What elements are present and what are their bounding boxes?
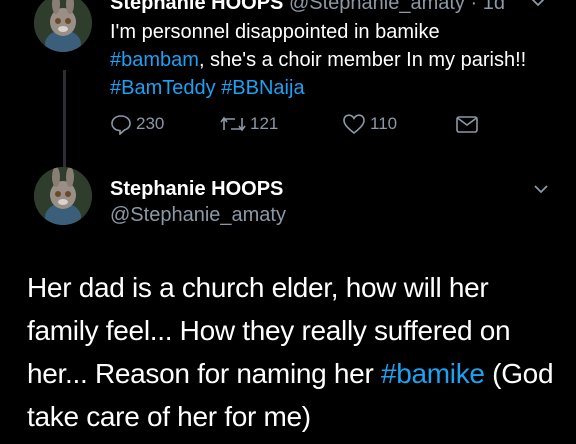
avatar-image — [34, 167, 92, 225]
like-count: 110 — [370, 114, 398, 133]
tweet-text-part: I'm personnel disappointed in bamike — [110, 21, 440, 43]
tweet-text-part: , she's a choir member In my parish!! — [198, 49, 527, 71]
like-button[interactable]: 110 — [342, 111, 397, 137]
tweet-text: I'm personnel disappointed in bamike #ba… — [110, 18, 530, 102]
user-handle[interactable]: @Stephanie_amaty — [110, 202, 286, 228]
reply-button[interactable]: 230 — [110, 111, 164, 137]
like-icon — [343, 114, 365, 135]
tweet-actions: 230 121 110 — [110, 111, 490, 137]
hashtag-bamteddy[interactable]: #BamTeddy — [110, 77, 216, 99]
reply-icon — [111, 115, 131, 135]
separator: · — [470, 0, 478, 14]
hashtag-bamike[interactable]: #bamike — [381, 358, 485, 389]
avatar[interactable] — [34, 0, 92, 52]
retweet-icon — [220, 116, 246, 132]
avatar[interactable] — [34, 167, 92, 225]
direct-message-button[interactable] — [455, 111, 483, 137]
user-handle[interactable]: @Stephanie_amaty — [289, 0, 465, 14]
timestamp[interactable]: 1d — [483, 0, 505, 14]
tweet-text: Her dad is a church elder, how will her … — [27, 266, 557, 438]
retweet-count: 121 — [250, 114, 279, 133]
retweet-button[interactable]: 121 — [220, 111, 278, 137]
reply-count: 230 — [136, 114, 165, 133]
thread-line — [63, 70, 66, 170]
hashtag-bambam[interactable]: #bambam — [110, 49, 199, 71]
direct-message-icon — [456, 116, 478, 133]
display-name[interactable]: Stephanie HOOPS — [110, 176, 283, 202]
display-name[interactable]: Stephanie HOOPS — [110, 0, 283, 14]
tweet-1[interactable]: Stephanie HOOPS @Stephanie_amaty · 1d I'… — [0, 0, 576, 170]
tweet-header: Stephanie HOOPS @Stephanie_amaty · 1d — [110, 0, 505, 15]
chevron-down-icon[interactable] — [533, 181, 549, 197]
avatar-image — [34, 0, 92, 52]
chevron-down-icon[interactable] — [530, 0, 546, 10]
hashtag-bbnaija[interactable]: #BBNaija — [221, 77, 304, 99]
